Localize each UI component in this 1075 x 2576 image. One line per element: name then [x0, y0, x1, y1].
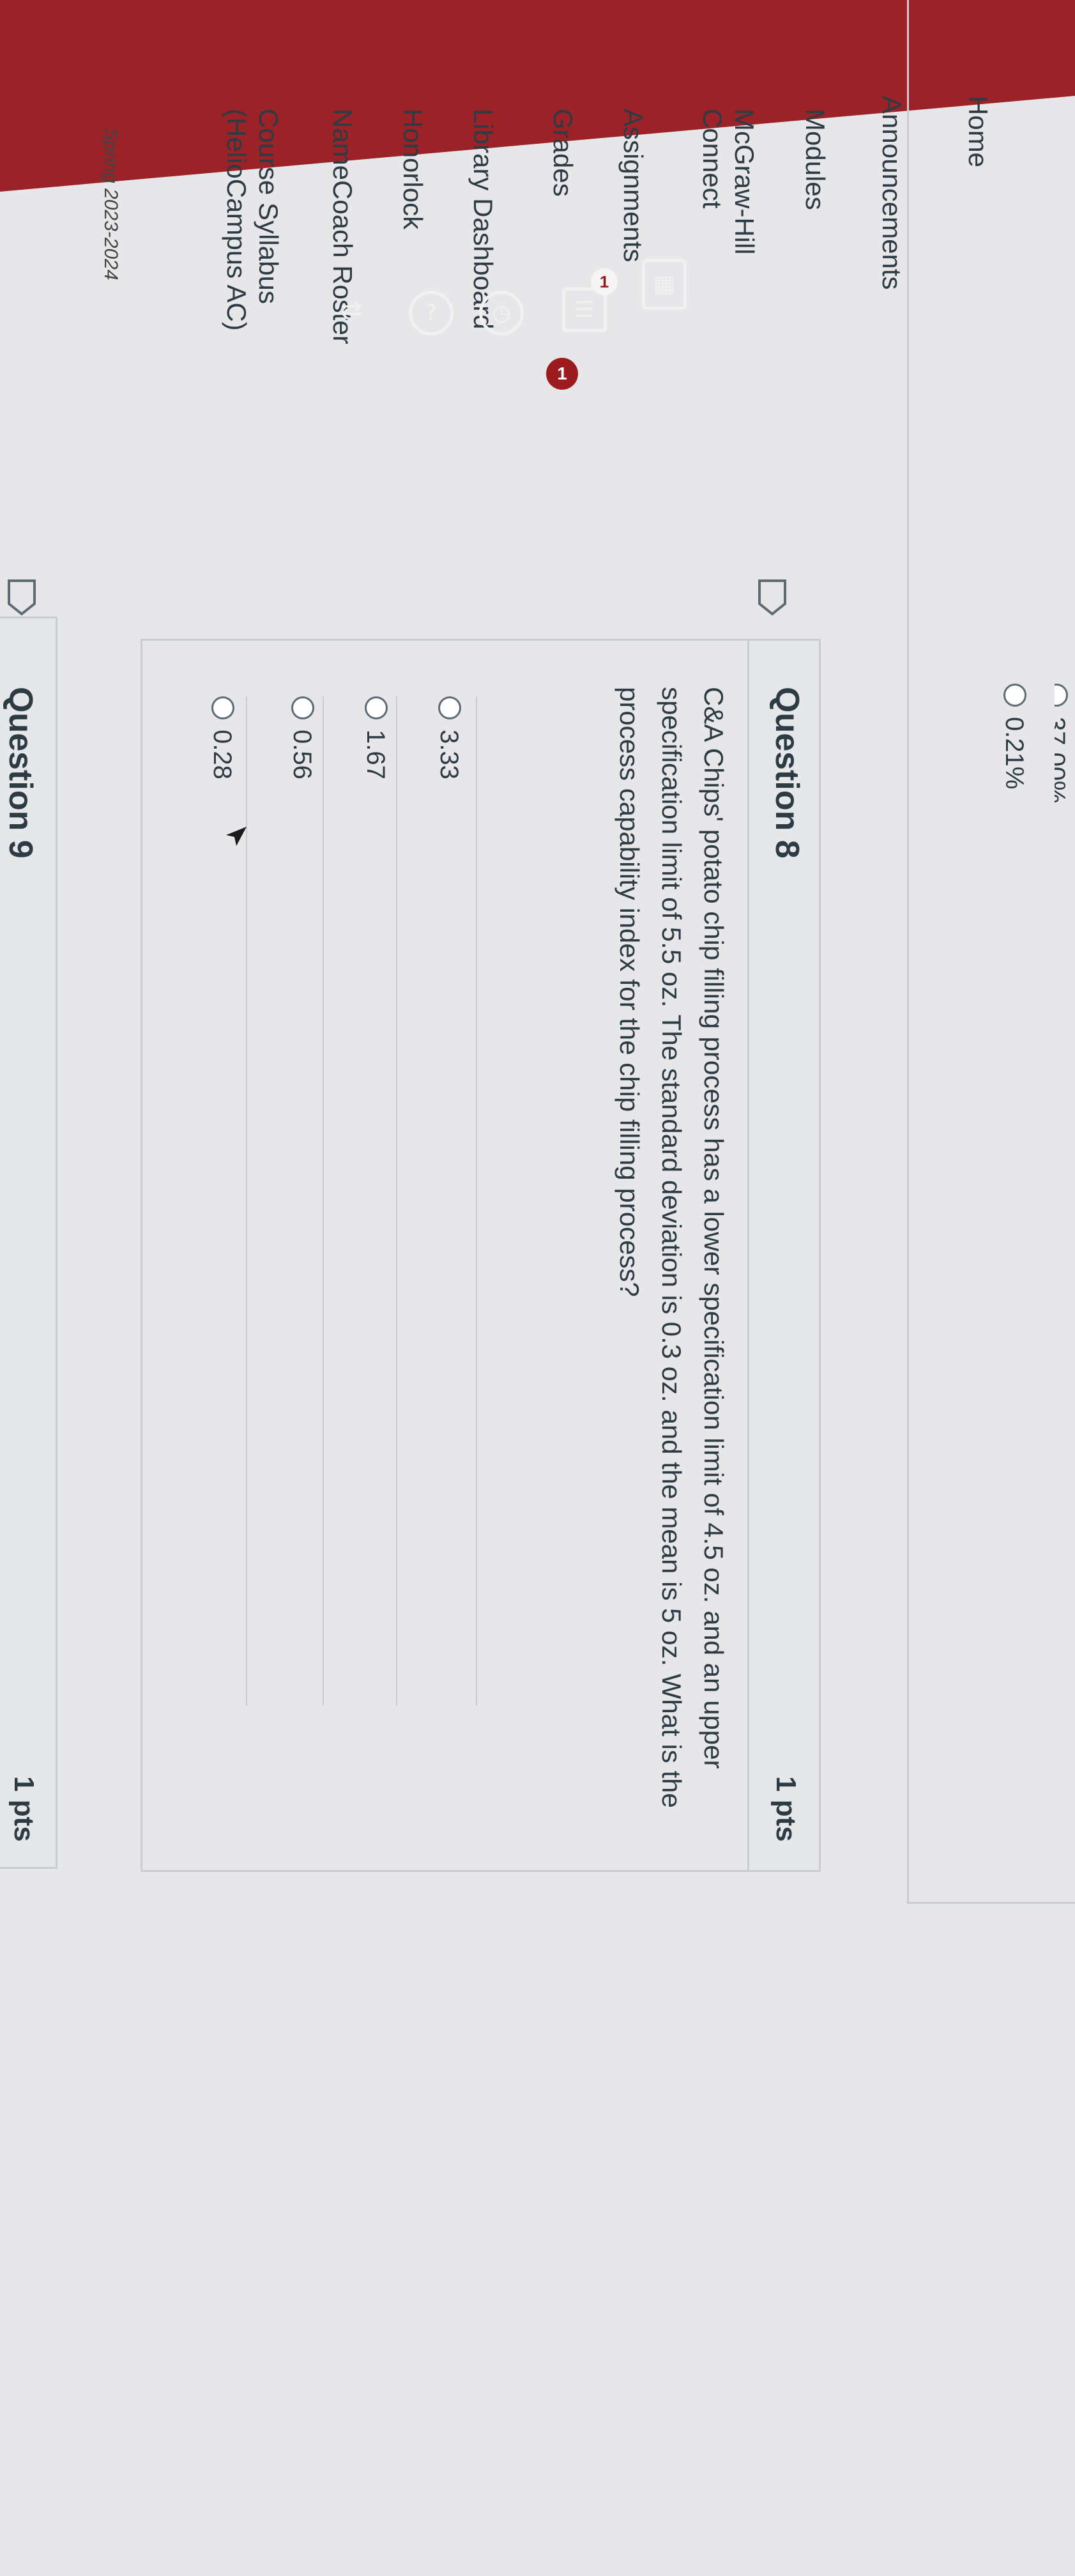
nav-grades-r[interactable]: Grades: [547, 109, 578, 197]
nav-modules-r[interactable]: Modules: [800, 109, 830, 210]
prev-clipped-row[interactable]: 37.00%: [1055, 684, 1070, 811]
prev-question-panel: [907, 0, 1075, 1904]
commons-icon-r[interactable]: ⇄: [332, 291, 370, 329]
question-8-title-r: Question 8: [768, 687, 805, 859]
flag-icon-r[interactable]: [757, 578, 788, 617]
question-8-points-r: 1 pts: [770, 1776, 802, 1842]
question-9-points-r: 1 pts: [8, 1776, 40, 1842]
page-overlay: Spring 2023-2024 Home Announcements Modu…: [0, 0, 1075, 2576]
history-icon-r[interactable]: ◷: [479, 291, 524, 335]
mouse-cursor-icon-r: [224, 824, 249, 850]
option-0-28[interactable]: 0.28: [208, 696, 236, 779]
nav-syllabus-r[interactable]: Course Syllabus (HelioCampus AC): [220, 109, 284, 331]
radio-icon[interactable]: [364, 696, 388, 719]
radio-icon[interactable]: [438, 696, 461, 719]
radio-icon[interactable]: [1055, 684, 1068, 707]
divider-2: [323, 696, 324, 1706]
dashboard-icon-r[interactable]: ▦: [642, 259, 687, 310]
inbox-badge-r: 1: [591, 268, 618, 295]
question-9-title-r: Question 9: [2, 687, 39, 859]
help-icon-r[interactable]: ?: [409, 291, 454, 335]
nav-mcgraw-r[interactable]: McGraw-Hill Connect: [696, 109, 760, 255]
nav-assignments-r[interactable]: Assignments: [618, 109, 648, 262]
nav-honorlock-r[interactable]: Honorlock: [397, 109, 428, 229]
radio-icon[interactable]: [211, 696, 234, 719]
option-0-56[interactable]: 0.56: [287, 696, 316, 779]
grades-badge-r: 1: [546, 358, 578, 390]
prev-option-row[interactable]: 0.21%: [1000, 684, 1028, 789]
option-3-33[interactable]: 3.33: [434, 696, 463, 779]
option-1-67[interactable]: 1.67: [361, 696, 390, 779]
nav-announcements-r[interactable]: Announcements: [876, 96, 907, 290]
flag-icon-9[interactable]: [6, 578, 37, 617]
question-8-text-r: C&A Chips' potato chip filling process h…: [614, 687, 729, 1808]
divider-1: [396, 696, 397, 1706]
radio-icon[interactable]: [291, 696, 314, 719]
term-label-r: Spring 2023-2024: [100, 128, 121, 280]
radio-icon[interactable]: [1003, 684, 1026, 707]
divider-0: [476, 696, 477, 1706]
